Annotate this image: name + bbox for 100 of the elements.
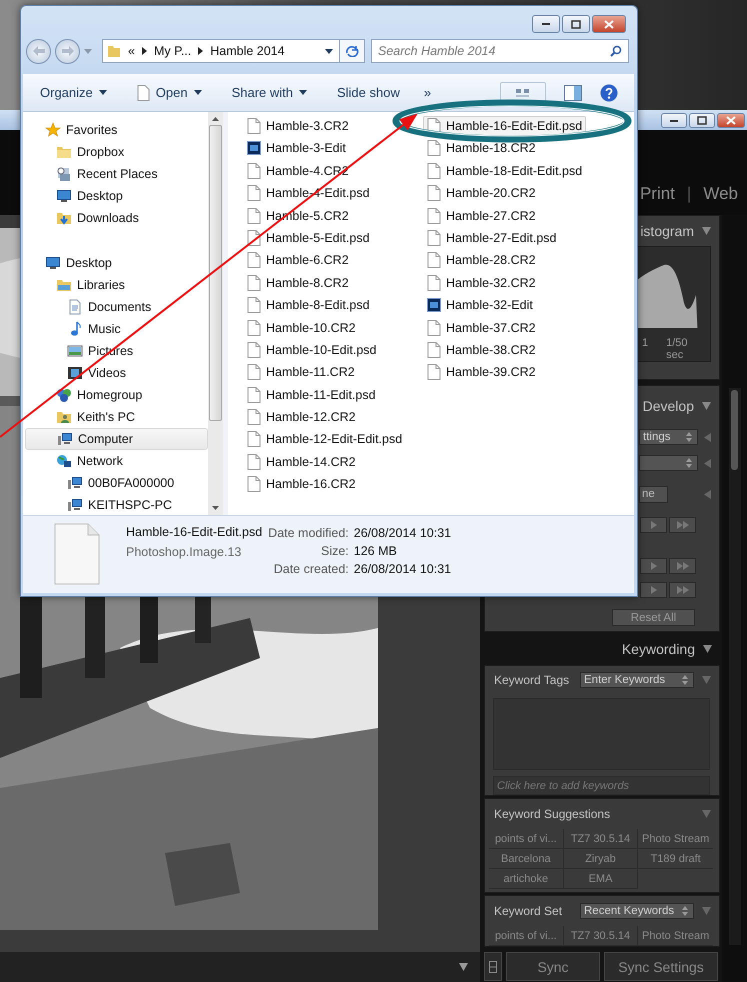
- file-item[interactable]: Hamble-14.CR2: [243, 452, 360, 472]
- history-caret-icon[interactable]: [84, 48, 92, 54]
- collapse-icon[interactable]: [702, 227, 711, 235]
- file-item[interactable]: Hamble-11.CR2: [243, 362, 359, 382]
- file-item[interactable]: Hamble-12-Edit-Edit.psd: [243, 429, 406, 450]
- filmstrip-toggle-icon[interactable]: [459, 963, 468, 971]
- nav-item[interactable]: Dropbox: [25, 141, 208, 163]
- keyword-set-dropdown[interactable]: Recent Keywords: [580, 903, 694, 919]
- address-bar[interactable]: « My P... Hamble 2014: [102, 39, 340, 63]
- file-item[interactable]: Hamble-38.CR2: [423, 340, 540, 360]
- scroll-bar[interactable]: [208, 112, 223, 515]
- panel-title[interactable]: Develop: [642, 398, 694, 414]
- file-item[interactable]: Hamble-32.CR2: [423, 272, 540, 293]
- file-item[interactable]: Hamble-10.CR2: [243, 318, 360, 338]
- module-tab[interactable]: Web: [703, 184, 738, 204]
- nav-item[interactable]: Desktop: [25, 252, 208, 274]
- maximize-button[interactable]: [562, 15, 590, 33]
- collapse-icon[interactable]: [703, 644, 712, 652]
- back-button[interactable]: [26, 38, 51, 64]
- breadcrumb[interactable]: My P...: [154, 44, 192, 58]
- file-icon: [427, 162, 441, 179]
- help-icon[interactable]: [600, 84, 618, 102]
- panel-title[interactable]: Keywording: [622, 640, 695, 656]
- dropdown[interactable]: [639, 455, 698, 471]
- file-item[interactable]: Hamble-28.CR2: [423, 250, 540, 270]
- overflow-chevron[interactable]: «: [128, 44, 135, 58]
- sync-button[interactable]: Sync: [506, 952, 600, 981]
- nav-item[interactable]: Videos: [25, 362, 208, 384]
- file-item[interactable]: Hamble-18.CR2: [423, 138, 540, 158]
- close-button[interactable]: [592, 15, 626, 33]
- nav-item[interactable]: Homegroup: [25, 384, 208, 406]
- auto-button[interactable]: ne: [639, 486, 668, 502]
- toolbar-button[interactable]: »: [424, 85, 432, 100]
- step-button[interactable]: [640, 582, 667, 598]
- scroll-down-icon[interactable]: [212, 506, 219, 510]
- step-button[interactable]: [640, 558, 667, 574]
- preset-dropdown[interactable]: ttings: [639, 429, 698, 445]
- file-item[interactable]: Hamble-37.CR2: [423, 318, 540, 338]
- file-item[interactable]: Hamble-20.CR2: [423, 183, 540, 204]
- scroll-bar[interactable]: [728, 388, 740, 945]
- scroll-up-icon[interactable]: [212, 117, 219, 121]
- nav-item[interactable]: Downloads: [25, 207, 208, 229]
- step-button[interactable]: [640, 517, 667, 533]
- nav-item[interactable]: Recent Places: [25, 163, 208, 185]
- file-item[interactable]: Hamble-11-Edit.psd: [243, 384, 380, 405]
- nav-item[interactable]: Keith's PC: [25, 406, 208, 428]
- module-tab[interactable]: Print: [640, 184, 675, 204]
- sync-settings-button[interactable]: Sync Settings: [604, 952, 718, 981]
- file-item[interactable]: Hamble-27-Edit.psd: [423, 228, 560, 248]
- file-icon: [247, 118, 261, 134]
- property-value: 126 MB: [354, 544, 398, 558]
- file-icon: [247, 364, 261, 380]
- file-icon: [427, 274, 441, 291]
- refresh-button[interactable]: [339, 39, 365, 63]
- file-item[interactable]: Hamble-3-Edit: [243, 138, 350, 158]
- nav-item[interactable]: Music: [25, 318, 208, 340]
- file-item[interactable]: Hamble-12.CR2: [243, 407, 360, 428]
- breadcrumb[interactable]: Hamble 2014: [210, 44, 285, 58]
- stepper-icon: [680, 674, 690, 686]
- step-button[interactable]: [669, 517, 696, 533]
- sync-toggle-button[interactable]: [484, 952, 502, 981]
- nav-item[interactable]: KEITHSPC-PC: [25, 494, 208, 515]
- toolbar-button[interactable]: Slide show: [336, 85, 400, 100]
- file-item[interactable]: Hamble-5-Edit.psd: [243, 228, 374, 248]
- toolbar-button[interactable]: Organize: [40, 85, 107, 100]
- preview-pane-button[interactable]: [564, 84, 582, 100]
- forward-button[interactable]: [55, 38, 80, 64]
- file-item[interactable]: Hamble-27.CR2: [423, 206, 540, 226]
- file-item[interactable]: Hamble-8.CR2: [243, 272, 353, 293]
- search-field[interactable]: Search Hamble 2014: [371, 39, 629, 63]
- file-item[interactable]: Hamble-18-Edit-Edit.psd: [423, 160, 586, 181]
- step-button[interactable]: [669, 582, 696, 598]
- toolbar-button[interactable]: Open: [136, 84, 202, 100]
- chevron-icon: [198, 47, 204, 55]
- file-item[interactable]: Hamble-10-Edit.psd: [243, 340, 380, 360]
- file-item[interactable]: Hamble-39.CR2: [423, 362, 540, 382]
- close-button[interactable]: [717, 113, 745, 128]
- maximize-button[interactable]: [689, 113, 715, 128]
- minimize-button[interactable]: [532, 15, 560, 33]
- nav-item[interactable]: Libraries: [25, 274, 208, 296]
- file-item[interactable]: Hamble-16.CR2: [243, 474, 360, 494]
- nav-item[interactable]: Desktop: [25, 185, 208, 207]
- file-item[interactable]: Hamble-16-Edit-Edit.psd: [423, 116, 586, 136]
- nav-item[interactable]: Favorites: [25, 119, 208, 141]
- nav-item[interactable]: 00B0FA000000: [25, 472, 208, 494]
- keyword-mode-dropdown[interactable]: Enter Keywords: [580, 672, 694, 688]
- file-item[interactable]: Hamble-6.CR2: [243, 250, 353, 270]
- collapse-icon[interactable]: [702, 402, 711, 410]
- file-item[interactable]: Hamble-3.CR2: [243, 116, 353, 136]
- nav-item[interactable]: Computer: [25, 428, 208, 450]
- file-item[interactable]: Hamble-32-Edit: [423, 295, 537, 316]
- panel-title[interactable]: istogram: [640, 223, 694, 239]
- file-icon: [247, 252, 261, 268]
- toolbar-button[interactable]: Share with: [232, 85, 307, 100]
- nav-item[interactable]: Network: [25, 450, 208, 472]
- minimize-button[interactable]: [661, 113, 687, 128]
- step-button[interactable]: [669, 558, 696, 574]
- file-item[interactable]: Hamble-8-Edit.psd: [243, 295, 374, 316]
- file-icon: [427, 208, 441, 224]
- nav-item[interactable]: Documents: [25, 296, 208, 318]
